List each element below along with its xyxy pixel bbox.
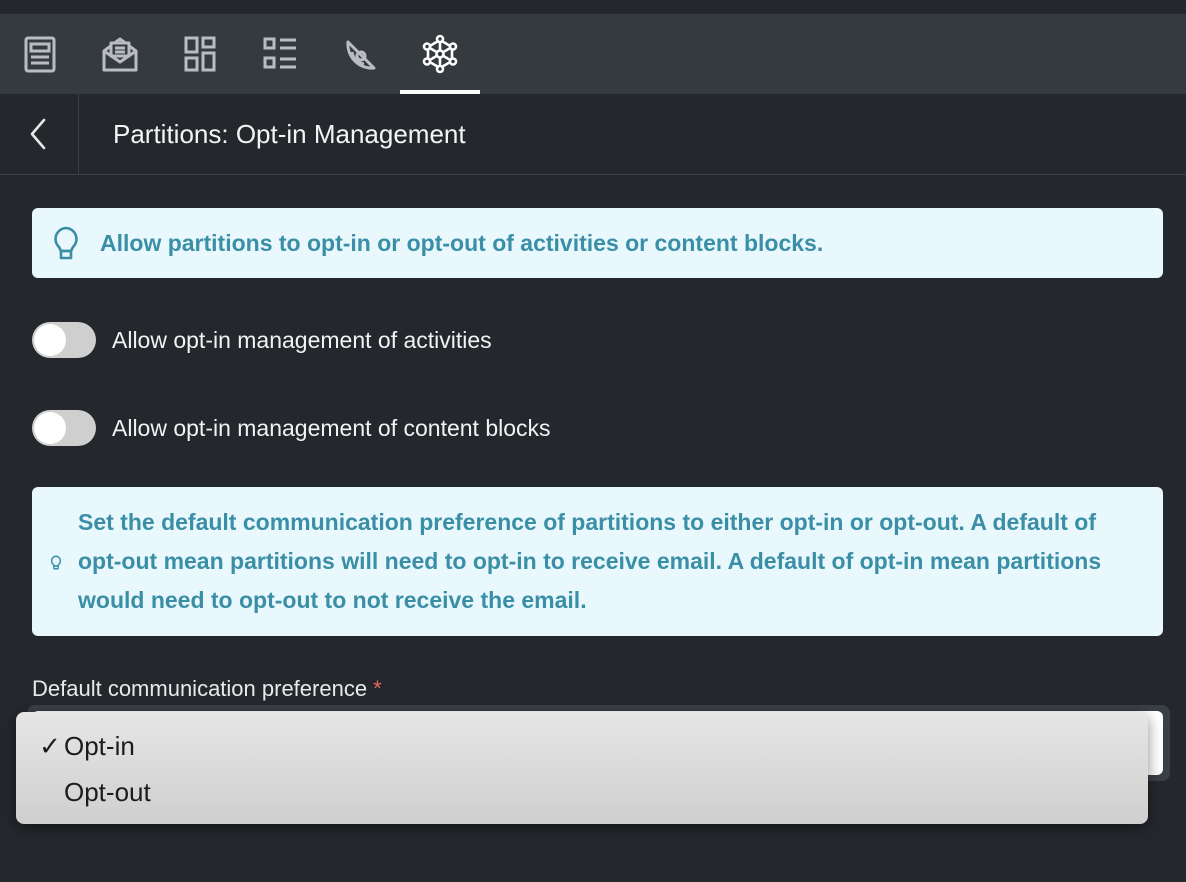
preference-dropdown-menu: ✓ Opt-in Opt-out: [16, 712, 1148, 824]
lightbulb-icon: [50, 555, 62, 570]
activities-toggle-label: Allow opt-in management of activities: [112, 326, 492, 353]
tab-bar: [0, 14, 1186, 94]
info-banner-opt-in: Allow partitions to opt-in or opt-out of…: [32, 208, 1163, 278]
chevron-left-icon: [30, 118, 46, 150]
tab-email[interactable]: [80, 14, 160, 94]
option-label: Opt-out: [64, 777, 151, 807]
info-banner-text: Allow partitions to opt-in or opt-out of…: [100, 229, 824, 256]
network-settings-icon: [422, 34, 458, 74]
checkmark-icon: ✓: [39, 731, 61, 761]
option-opt-in[interactable]: ✓ Opt-in: [16, 723, 1148, 769]
lightbulb-icon: [54, 226, 78, 260]
toggle-row-content-blocks: Allow opt-in management of content block…: [32, 410, 551, 446]
dashboard-icon: [184, 36, 216, 72]
tab-dashboard[interactable]: [160, 14, 240, 94]
toggle-row-activities: Allow opt-in management of activities: [32, 322, 492, 358]
tab-network-settings[interactable]: [400, 14, 480, 94]
tab-analytics[interactable]: [320, 14, 400, 94]
tab-documents[interactable]: [0, 14, 80, 94]
option-label: Opt-in: [64, 731, 135, 761]
pie-chart-icon: [346, 40, 376, 70]
email-icon: [102, 37, 138, 72]
toggle-knob: [34, 324, 66, 356]
toggle-knob: [34, 412, 66, 444]
info-banner-default-preference: Set the default communication preference…: [32, 487, 1163, 636]
required-marker: *: [373, 676, 382, 701]
content-blocks-toggle-label: Allow opt-in management of content block…: [112, 414, 551, 441]
activities-opt-in-toggle[interactable]: [32, 322, 96, 358]
tab-list[interactable]: [240, 14, 320, 94]
document-icon: [24, 36, 56, 73]
option-opt-out[interactable]: Opt-out: [16, 769, 1148, 815]
page-header: Partitions: Opt-in Management: [0, 94, 1186, 175]
content-blocks-opt-in-toggle[interactable]: [32, 410, 96, 446]
app-root: Partitions: Opt-in Management Allow part…: [0, 0, 1186, 882]
default-preference-label: Default communication preference *: [32, 676, 382, 702]
field-label-text: Default communication preference: [32, 676, 368, 701]
back-button[interactable]: [0, 94, 79, 174]
page-title: Partitions: Opt-in Management: [113, 119, 466, 149]
info-banner-text: Set the default communication preference…: [78, 509, 1102, 613]
window-top-strip: [0, 0, 1186, 14]
list-icon: [263, 37, 296, 69]
